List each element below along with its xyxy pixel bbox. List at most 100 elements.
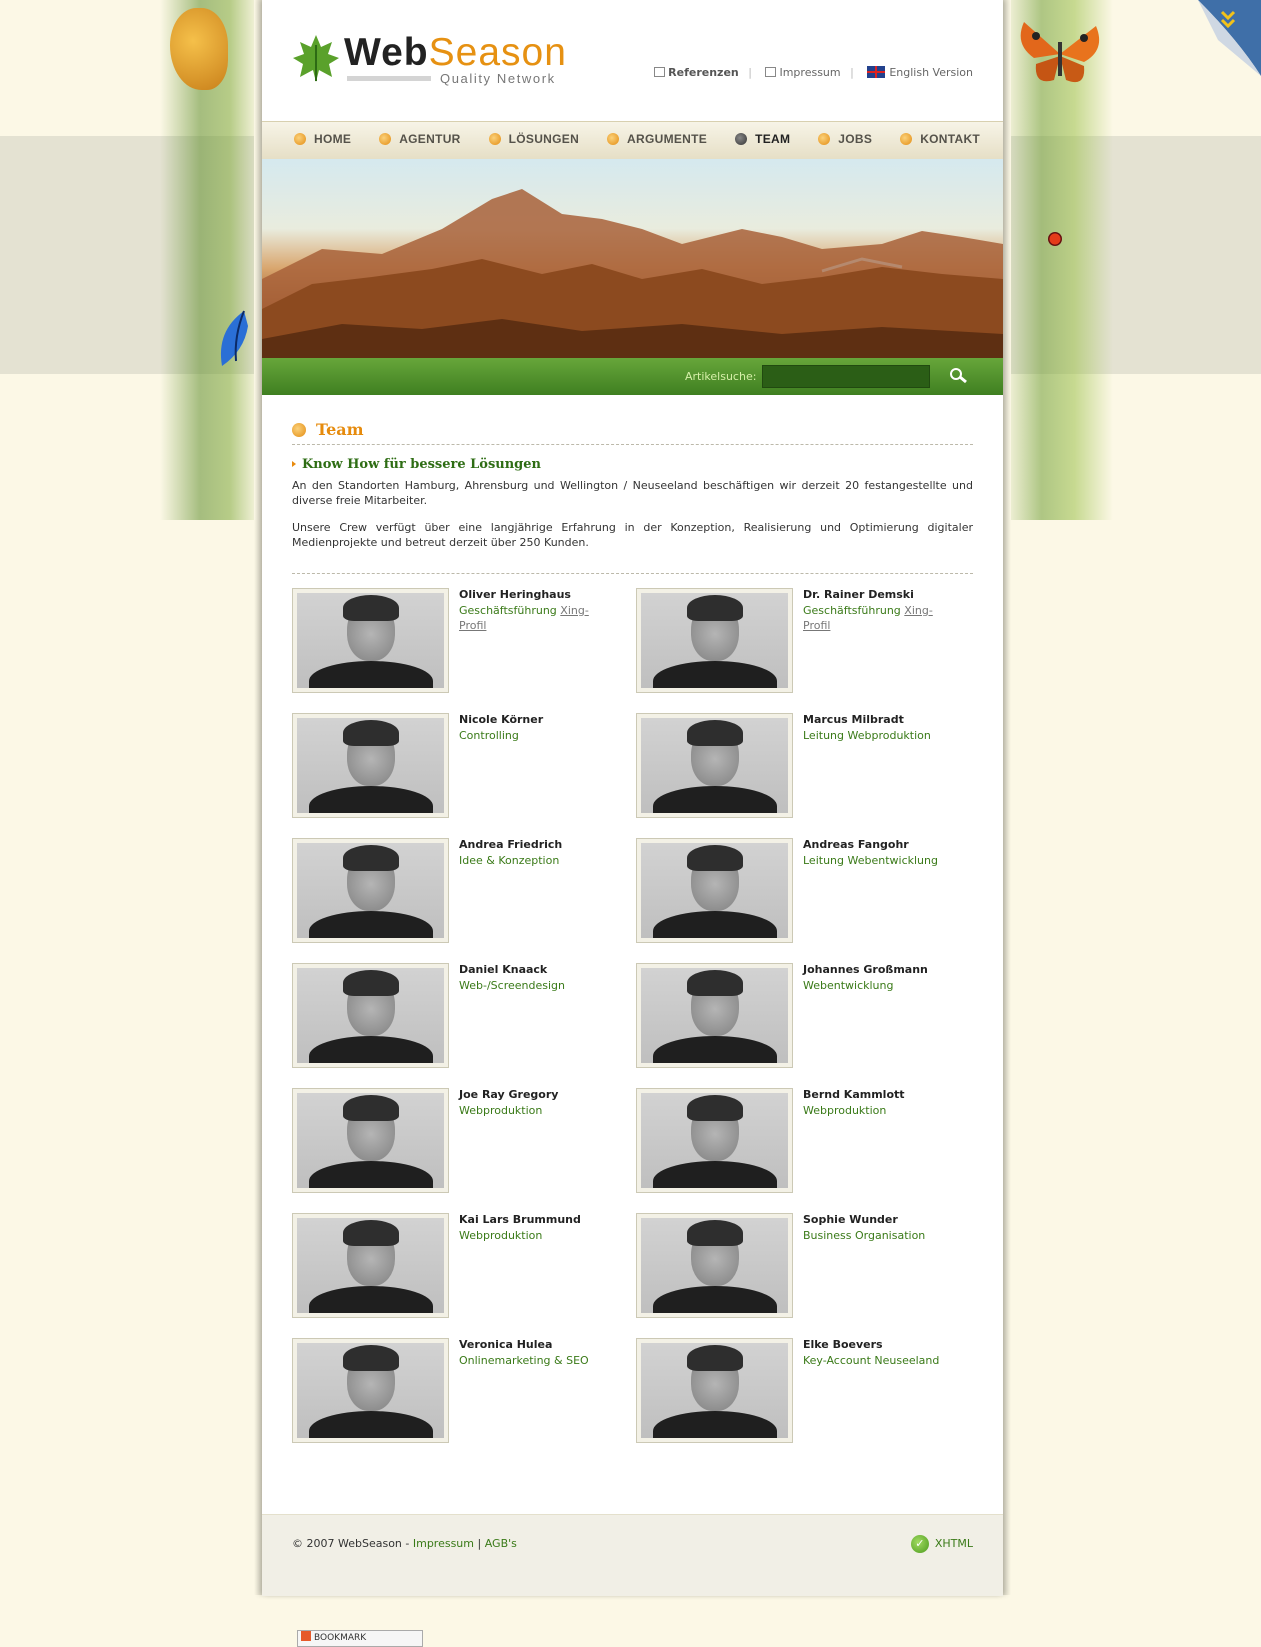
member-name: Bernd Kammlott: [803, 1088, 905, 1101]
team-member: Johannes Großmann Webentwicklung: [636, 963, 976, 1071]
team-member: Daniel Knaack Web-/Screendesign: [292, 963, 632, 1071]
portrait-image: [641, 843, 788, 938]
member-role: Business Organisation: [803, 1229, 926, 1242]
portrait-body: [653, 1161, 777, 1188]
portrait-hair: [687, 720, 743, 746]
member-name: Marcus Milbradt: [803, 713, 904, 726]
team-member: Elke Boevers Key-Account Neuseeland: [636, 1338, 976, 1446]
nav-bullet-icon: [735, 133, 748, 145]
member-role: Key-Account Neuseeland: [803, 1354, 940, 1367]
butterfly-icon: [1020, 22, 1100, 83]
member-role: Webentwicklung: [803, 979, 894, 992]
member-photo: [636, 713, 793, 818]
page-container: WebSeason Quality Network Referenzen | I…: [262, 0, 1003, 1647]
member-photo: [636, 1213, 793, 1318]
window-icon: [765, 67, 777, 77]
portrait-hair: [687, 970, 743, 996]
nav-item-jobs[interactable]: JOBS: [818, 132, 872, 146]
footer-agb-link[interactable]: AGB's: [485, 1537, 517, 1550]
nav-item-home[interactable]: HOME: [294, 132, 351, 146]
member-name: Daniel Knaack: [459, 963, 548, 976]
member-role: Webproduktion: [803, 1104, 887, 1117]
portrait-image: [297, 718, 444, 813]
portrait-hair: [343, 1345, 399, 1371]
nav-item-team[interactable]: TEAM: [735, 132, 790, 146]
portrait-hair: [343, 1220, 399, 1246]
intro-paragraph-1: An den Standorten Hamburg, Ahrensburg un…: [292, 479, 973, 507]
ladybug-icon: [1048, 232, 1062, 246]
portrait-body: [653, 661, 777, 688]
nav-item-argumente[interactable]: ARGUMENTE: [607, 132, 707, 146]
logo[interactable]: WebSeason Quality Network: [292, 31, 592, 93]
member-role: Geschäftsführung Xing-Profil: [803, 604, 933, 632]
portrait-body: [653, 786, 777, 813]
intro-paragraph-2: Unsere Crew verfügt über eine langjährig…: [292, 521, 973, 549]
impressum-link[interactable]: Impressum: [765, 66, 841, 79]
member-photo: [292, 588, 449, 693]
magnifier-icon[interactable]: [948, 367, 968, 385]
divider: [292, 444, 973, 445]
portrait-image: [641, 1093, 788, 1188]
member-name: Nicole Körner: [459, 713, 544, 726]
portrait-body: [653, 1286, 777, 1313]
portrait-image: [641, 593, 788, 688]
member-role: Controlling: [459, 729, 519, 742]
nav-bullet-icon: [818, 133, 831, 145]
member-name: Elke Boevers: [803, 1338, 883, 1351]
bookmark-button[interactable]: BOOKMARK: [297, 1630, 423, 1647]
portrait-hair: [343, 720, 399, 746]
member-name: Joe Ray Gregory: [459, 1088, 559, 1101]
uk-flag-icon: [867, 66, 886, 78]
portrait-body: [309, 1036, 433, 1063]
maple-leaf-icon: [293, 35, 339, 82]
search-input[interactable]: [762, 365, 930, 388]
brand-name: WebSeason: [344, 31, 567, 74]
member-name: Sophie Wunder: [803, 1213, 898, 1226]
portrait-image: [297, 1218, 444, 1313]
xhtml-badge[interactable]: ✓ XHTML: [910, 1535, 973, 1553]
blue-butterfly-icon: [220, 310, 248, 366]
portrait-body: [653, 1411, 777, 1438]
portrait-image: [641, 968, 788, 1063]
team-member: Kai Lars Brummund Webproduktion: [292, 1213, 632, 1321]
nav-item-kontakt[interactable]: KONTAKT: [900, 132, 980, 146]
footer-impressum-link[interactable]: Impressum: [413, 1537, 474, 1550]
page-shadow-left: [254, 0, 262, 1595]
portrait-body: [309, 661, 433, 688]
member-name: Oliver Heringhaus: [459, 588, 571, 601]
separator: |: [748, 66, 752, 79]
english-version-link[interactable]: English Version: [867, 66, 973, 79]
brand-tagline: Quality Network: [440, 71, 556, 86]
member-photo: [636, 838, 793, 943]
nav-item-agentur[interactable]: AGENTUR: [379, 132, 460, 146]
member-role: Leitung Webentwicklung: [803, 854, 938, 867]
member-photo: [292, 713, 449, 818]
main-navigation: HOME AGENTUR LÖSUNGEN ARGUMENTE TEAM JOBS KONT…: [262, 121, 1003, 160]
portrait-hair: [343, 595, 399, 621]
search-label: Artikelsuche:: [685, 370, 757, 383]
page-peel-corner[interactable]: [1198, 0, 1261, 76]
plus-icon: [301, 1631, 311, 1641]
team-member: Andreas Fangohr Leitung Webentwicklung: [636, 838, 976, 946]
portrait-image: [297, 593, 444, 688]
portrait-hair: [343, 1095, 399, 1121]
orange-bullet-icon: [292, 423, 306, 437]
window-icon: [654, 67, 666, 77]
member-photo: [292, 838, 449, 943]
referenzen-link[interactable]: Referenzen: [654, 66, 739, 79]
portrait-hair: [687, 1220, 743, 1246]
portrait-hair: [687, 1095, 743, 1121]
member-photo: [292, 1338, 449, 1443]
member-role: Geschäftsführung Xing-Profil: [459, 604, 589, 632]
portrait-hair: [343, 845, 399, 871]
member-name: Andreas Fangohr: [803, 838, 909, 851]
portrait-hair: [343, 970, 399, 996]
portrait-image: [641, 1343, 788, 1438]
checkmark-icon: ✓: [910, 1535, 929, 1553]
nav-item-lösungen[interactable]: LÖSUNGEN: [488, 132, 579, 146]
search-bar: Artikelsuche:: [262, 358, 1003, 395]
member-photo: [292, 1213, 449, 1318]
member-photo: [636, 963, 793, 1068]
nav-bullet-icon: [379, 133, 392, 145]
portrait-body: [309, 1411, 433, 1438]
